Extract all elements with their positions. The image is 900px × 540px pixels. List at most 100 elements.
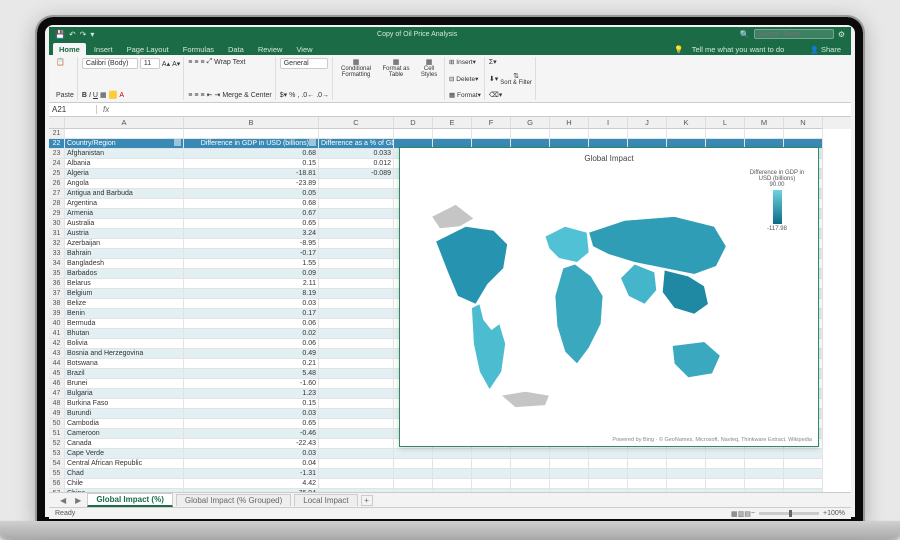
col-header[interactable]: E xyxy=(433,117,472,129)
delete-cells[interactable]: ⊟ Delete▾ xyxy=(449,75,478,83)
col-header[interactable]: L xyxy=(706,117,745,129)
col-header[interactable]: F xyxy=(472,117,511,129)
table-row[interactable]: 56Chile4.42 xyxy=(49,479,851,489)
ribbon: 📋 Paste Calibri (Body) 11 A▴ A▾ B I U ▦ … xyxy=(49,55,851,103)
number-format[interactable]: General xyxy=(280,58,328,69)
sheet-tabs: ◀ ▶ Global Impact (%) Global Impact (% G… xyxy=(49,492,851,507)
name-box[interactable]: A21 xyxy=(49,105,97,114)
tell-me[interactable]: 💡 Tell me what you want to do xyxy=(668,43,796,55)
col-header[interactable] xyxy=(49,117,65,129)
dec-inc-icon[interactable]: .0← xyxy=(301,92,314,99)
chart-title: Global Impact xyxy=(406,154,812,163)
align-right-icon[interactable]: ≡ xyxy=(200,92,204,99)
view-page-icon[interactable]: ▥ xyxy=(738,510,745,518)
tab-view[interactable]: View xyxy=(290,43,318,55)
cell-styles-icon[interactable]: ▦ xyxy=(417,58,441,66)
redo-icon[interactable]: ↷ xyxy=(80,30,87,39)
indent-dec-icon[interactable]: ⇤ xyxy=(207,91,213,99)
status-bar: Ready ▦ ▥ ▤ − + 100% xyxy=(49,507,851,519)
document-title: Copy of Oil Price Analysis xyxy=(98,31,735,38)
font-size[interactable]: 11 xyxy=(140,58,160,69)
col-header[interactable]: I xyxy=(589,117,628,129)
settings-icon[interactable]: ⚙ xyxy=(838,30,845,39)
align-center-icon[interactable]: ≡ xyxy=(194,92,198,99)
table-row[interactable]: 54Central African Republic0.04 xyxy=(49,459,851,469)
tab-next-icon[interactable]: ▶ xyxy=(72,496,84,505)
col-header[interactable]: M xyxy=(745,117,784,129)
col-header[interactable]: H xyxy=(550,117,589,129)
world-map xyxy=(418,184,736,428)
font-color-icon[interactable]: A xyxy=(119,92,124,99)
format-cells[interactable]: ▦ Format▾ xyxy=(449,91,481,99)
currency-icon[interactable]: $▾ xyxy=(280,91,287,99)
zoom-slider[interactable] xyxy=(759,512,819,515)
save-icon[interactable]: 💾 xyxy=(55,30,65,39)
qa-icon[interactable]: ▾ xyxy=(90,30,94,39)
name-box-bar: A21 fx xyxy=(49,103,851,117)
tab-formulas[interactable]: Formulas xyxy=(177,43,220,55)
col-header[interactable]: G xyxy=(511,117,550,129)
chart-attribution: Powered by Bing · © GeoNames, Microsoft,… xyxy=(612,437,812,443)
view-break-icon[interactable]: ▤ xyxy=(744,510,751,518)
autosum-icon[interactable]: Σ▾ xyxy=(489,58,497,66)
tab-review[interactable]: Review xyxy=(252,43,289,55)
search-icon[interactable]: 🔍 xyxy=(740,30,750,39)
font-select[interactable]: Calibri (Body) xyxy=(82,58,138,69)
font-grow-icon[interactable]: A▴ xyxy=(162,60,170,68)
sheet-tab-2[interactable]: Local Impact xyxy=(294,494,357,506)
percent-icon[interactable]: % xyxy=(289,92,295,99)
merge-center[interactable]: Merge & Center xyxy=(222,92,271,99)
wrap-text[interactable]: Wrap Text xyxy=(214,59,245,66)
indent-inc-icon[interactable]: ⇥ xyxy=(214,91,220,99)
legend-gradient xyxy=(773,190,782,224)
share-button[interactable]: Share xyxy=(804,43,847,55)
format-table-icon[interactable]: ▦ xyxy=(381,58,411,66)
col-header[interactable]: B xyxy=(184,117,319,129)
table-row[interactable]: 53Cape Verde0.03 xyxy=(49,449,851,459)
col-header[interactable]: K xyxy=(667,117,706,129)
align-bot-icon[interactable]: ≡ xyxy=(200,59,204,66)
add-sheet-button[interactable]: + xyxy=(361,495,373,506)
zoom-level[interactable]: 100% xyxy=(827,510,845,517)
col-header[interactable]: J xyxy=(628,117,667,129)
status-ready: Ready xyxy=(55,510,75,517)
tab-home[interactable]: Home xyxy=(53,43,86,55)
col-header[interactable]: A xyxy=(65,117,184,129)
search-input[interactable] xyxy=(754,29,834,39)
border-icon[interactable]: ▦ xyxy=(100,91,107,99)
col-header[interactable]: C xyxy=(319,117,394,129)
underline-icon[interactable]: U xyxy=(93,92,98,99)
clear-icon[interactable]: ⌫▾ xyxy=(489,91,502,99)
bold-icon[interactable]: B xyxy=(82,92,87,99)
undo-icon[interactable]: ↶ xyxy=(69,30,76,39)
fill-color-icon[interactable]: 🟨 xyxy=(109,91,118,99)
dec-dec-icon[interactable]: .0→ xyxy=(316,92,329,99)
table-row[interactable]: 55Chad-1.31 xyxy=(49,469,851,479)
align-left-icon[interactable]: ≡ xyxy=(188,92,192,99)
chart-global-impact[interactable]: Global Impact Difference in GDP in USD (… xyxy=(399,147,819,447)
sheet-tab-0[interactable]: Global Impact (%) xyxy=(87,493,173,507)
sort-filter-icon[interactable]: ⇅ xyxy=(500,72,532,80)
paste-label: Paste xyxy=(56,92,74,99)
paste-icon[interactable]: 📋 xyxy=(56,58,65,66)
view-normal-icon[interactable]: ▦ xyxy=(731,510,738,518)
cond-format-icon[interactable]: ▦ xyxy=(337,58,375,66)
col-header[interactable]: D xyxy=(394,117,433,129)
worksheet-grid[interactable]: ABCDEFGHIJKLMN 2122Country/RegionDiffere… xyxy=(49,117,851,505)
tab-insert[interactable]: Insert xyxy=(88,43,119,55)
fill-icon[interactable]: ⬇▾ xyxy=(489,75,498,83)
col-header[interactable]: N xyxy=(784,117,823,129)
fx-icon[interactable]: fx xyxy=(97,105,115,114)
align-top-icon[interactable]: ≡ xyxy=(188,59,192,66)
sheet-tab-1[interactable]: Global Impact (% Grouped) xyxy=(176,494,291,506)
tab-data[interactable]: Data xyxy=(222,43,250,55)
align-mid-icon[interactable]: ≡ xyxy=(194,59,198,66)
italic-icon[interactable]: I xyxy=(89,92,91,99)
zoom-out[interactable]: − xyxy=(751,510,755,517)
tab-prev-icon[interactable]: ◀ xyxy=(57,496,69,505)
insert-cells[interactable]: ⊞ Insert▾ xyxy=(449,58,476,66)
comma-icon[interactable]: , xyxy=(297,92,299,99)
tab-page-layout[interactable]: Page Layout xyxy=(121,43,175,55)
font-shrink-icon[interactable]: A▾ xyxy=(172,60,180,68)
orientation-icon[interactable]: ⤢ xyxy=(207,58,213,66)
